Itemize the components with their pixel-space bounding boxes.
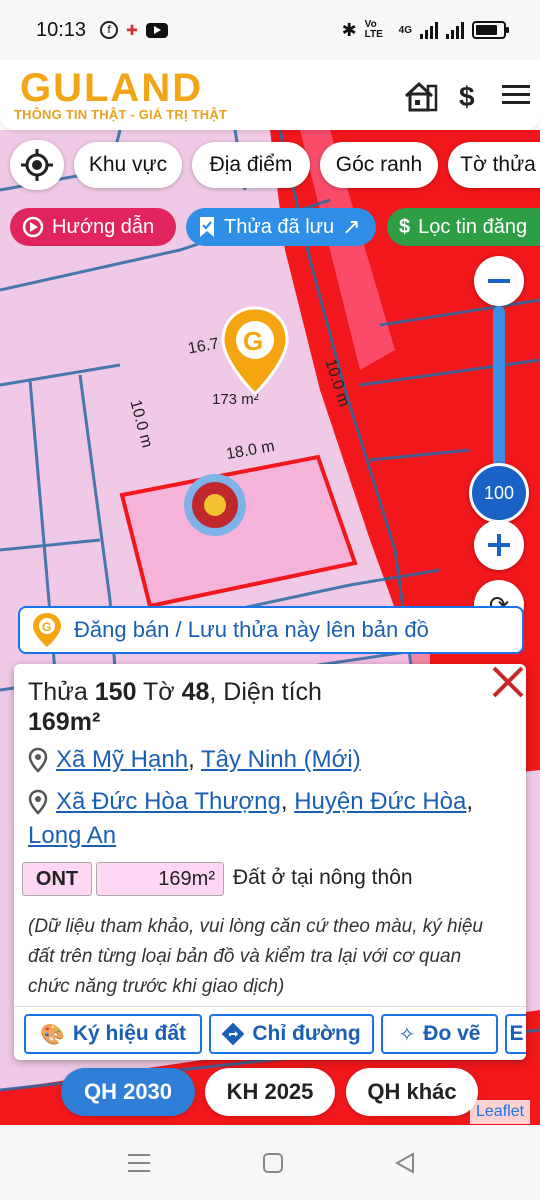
filter-listings-button[interactable]: $ Lọc tin đăng	[387, 208, 540, 246]
guide-label: Hướng dẫn	[52, 215, 155, 238]
svg-text:G: G	[42, 620, 51, 634]
recent-apps-icon[interactable]	[128, 1153, 150, 1173]
dollar-small-icon: $	[399, 215, 411, 238]
youtube-icon	[145, 22, 168, 38]
title-prefix: Thửa	[28, 678, 95, 706]
home-icon[interactable]	[262, 1152, 284, 1174]
government-seal-icon[interactable]	[184, 474, 246, 536]
selected-lot	[119, 454, 358, 609]
guland-pin-icon[interactable]: G	[220, 306, 290, 396]
guland-pin-small-icon: G	[33, 613, 61, 647]
chip-dia-diem[interactable]: Địa điểm	[192, 142, 310, 188]
notification-icon: ✚	[126, 21, 138, 38]
zoom-out-button[interactable]	[474, 256, 524, 306]
post-listing-banner[interactable]: G Đăng bán / Lưu thửa này lên bản đồ	[18, 606, 524, 654]
network-type: 4G	[398, 24, 412, 36]
saved-lots-button[interactable]: Thửa đã lưu ↗	[186, 208, 376, 246]
title-mid: Tờ	[136, 678, 182, 706]
back-icon[interactable]	[394, 1152, 416, 1174]
bluetooth-icon: ✱	[341, 19, 357, 40]
parcel-area: 169m²	[28, 708, 101, 736]
location-pin-icon-2	[28, 789, 48, 815]
link-xa-my-hanh[interactable]: Xã Mỹ Hạnh	[56, 746, 188, 773]
link-long-an[interactable]: Long An	[28, 822, 116, 850]
tab-qh-khac[interactable]: QH khác	[346, 1068, 478, 1116]
menu-icon[interactable]	[502, 84, 530, 106]
land-symbols-button[interactable]: 🎨 Ký hiệu đất	[24, 1014, 202, 1054]
parcel-number: 150	[94, 678, 137, 706]
measure-button[interactable]: ✧ Đo vẽ	[381, 1014, 498, 1054]
parcel-title: Thửa 150 Tờ 48, Diện tích	[28, 678, 322, 707]
title-suffix: , Diện tích	[209, 678, 322, 706]
zoom-slider-handle[interactable]: 100	[469, 463, 529, 523]
chip-goc-ranh[interactable]: Góc ranh	[320, 142, 438, 188]
old-address: Xã Đức Hòa Thượng, Huyện Đức Hòa,	[28, 788, 473, 816]
external-arrow-icon: ↗	[342, 214, 361, 239]
crosshair-icon	[21, 149, 53, 181]
locate-button[interactable]	[10, 140, 64, 190]
network-label: Vo LTE	[364, 19, 383, 40]
tab-kh-2025[interactable]: KH 2025	[205, 1068, 335, 1116]
building-icon[interactable]	[403, 80, 439, 112]
zoom-slider-track[interactable]	[493, 306, 505, 476]
filter-label: Lọc tin đăng	[418, 215, 528, 238]
more-actions-glyph: E	[509, 1022, 524, 1045]
plus-icon	[488, 534, 510, 556]
svg-text:$: $	[459, 81, 475, 112]
dollar-icon[interactable]: $	[458, 80, 480, 112]
palette-icon: 🎨	[39, 1023, 65, 1046]
chip-khu-vuc[interactable]: Khu vực	[74, 142, 182, 188]
android-nav-bar	[0, 1125, 540, 1200]
disclaimer-note: (Dữ liệu tham khảo, vui lòng căn cứ theo…	[28, 916, 483, 997]
signal-icon	[420, 21, 438, 39]
leaflet-attribution[interactable]: Leaflet	[470, 1100, 531, 1124]
measure-icon: ✧	[398, 1023, 416, 1046]
svg-text:G: G	[243, 326, 263, 356]
old-address-line2: Long An	[28, 822, 116, 850]
land-type-label: Đất ở tại nông thôn	[233, 866, 413, 889]
link-tay-ninh[interactable]: Tây Ninh (Mới)	[201, 746, 361, 773]
card-divider	[14, 1006, 526, 1007]
land-area-badge: 169m²	[96, 862, 224, 896]
land-symbols-label: Ký hiệu đất	[72, 1022, 187, 1045]
minus-icon	[488, 279, 510, 283]
link-huyen-duc-hoa[interactable]: Huyện Đức Hòa	[294, 788, 466, 815]
bookmark-icon	[200, 217, 214, 237]
app-header: GULAND THÔNG TIN THẬT - GIÁ TRỊ THẬT $	[0, 60, 540, 130]
sheet-number: 48	[181, 678, 210, 706]
battery-icon	[472, 21, 509, 39]
tab-qh-2030[interactable]: QH 2030	[61, 1068, 195, 1116]
directions-label: Chỉ đường	[252, 1022, 361, 1045]
directions-button[interactable]: Chỉ đường	[209, 1014, 374, 1054]
guide-button[interactable]: Hướng dẫn	[10, 208, 176, 246]
measure-label: Đo vẽ	[423, 1022, 481, 1045]
tagline: THÔNG TIN THẬT - GIÁ TRỊ THẬT	[14, 107, 228, 122]
new-address: Xã Mỹ Hạnh, Tây Ninh (Mới)	[28, 746, 361, 774]
chip-to-thua[interactable]: Tờ thửa	[448, 142, 540, 188]
signal-icon-2	[446, 21, 464, 39]
saved-label: Thửa đã lưu	[224, 215, 335, 238]
location-pin-icon	[28, 747, 48, 773]
post-banner-label: Đăng bán / Lưu thửa này lên bản đồ	[74, 617, 429, 642]
clock: 10:13	[36, 18, 87, 41]
directions-icon	[222, 1023, 245, 1045]
play-circle-icon	[22, 216, 44, 238]
facebook-icon: f	[100, 21, 119, 39]
zoom-in-button[interactable]	[474, 520, 524, 570]
more-actions-button[interactable]: E	[505, 1014, 526, 1054]
guland-logo[interactable]: GULAND	[20, 68, 203, 108]
status-bar: 10:13 f ✚ ✱ Vo LTE 4G	[0, 0, 540, 60]
link-xa-duc-hoa-thuong[interactable]: Xã Đức Hòa Thượng	[56, 788, 281, 815]
land-code-badge: ONT	[22, 862, 92, 896]
close-icon[interactable]	[488, 662, 528, 702]
